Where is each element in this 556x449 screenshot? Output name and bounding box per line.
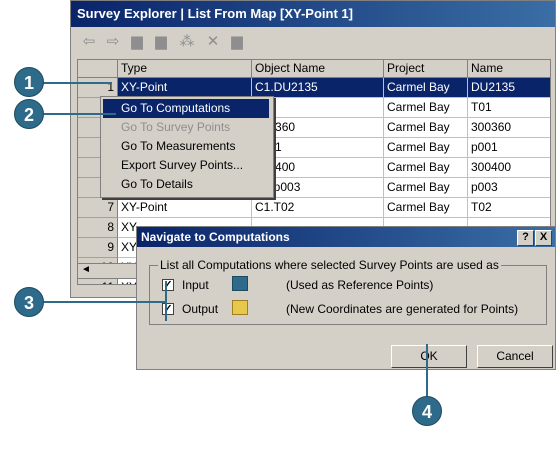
menu-item-go-to-measurements[interactable]: Go To Measurements	[103, 137, 269, 156]
output-checkbox[interactable]: ✓	[162, 303, 174, 315]
cell-project[interactable]: Carmel Bay	[384, 178, 468, 198]
delete-icon[interactable]: ✕	[203, 33, 223, 51]
group-label: List all Computations where selected Sur…	[158, 258, 501, 272]
row-number[interactable]: 8	[78, 218, 118, 238]
menu-item-go-to-details[interactable]: Go To Details	[103, 175, 269, 194]
cell-project[interactable]: Carmel Bay	[384, 158, 468, 178]
column-header-name[interactable]: Name	[468, 60, 550, 78]
callout-3: 3	[14, 287, 44, 317]
output-label: Output	[182, 302, 219, 316]
menu-item-export-survey-points[interactable]: Export Survey Points...	[103, 156, 269, 175]
cell-object-name[interactable]: C1.DU2135	[252, 78, 384, 98]
output-description: (New Coordinates are generated for Point…	[286, 302, 519, 316]
select-icon[interactable]: ⁂	[177, 33, 197, 51]
callout-line	[42, 113, 116, 115]
cell-project[interactable]: Carmel Bay	[384, 78, 468, 98]
cell-project[interactable]: Carmel Bay	[384, 98, 468, 118]
context-menu: Go To Computations Go To Survey Points G…	[100, 96, 274, 198]
input-checkbox[interactable]: ✓	[162, 279, 174, 291]
callout-1: 1	[14, 67, 44, 97]
menu-item-go-to-survey-points[interactable]: Go To Survey Points	[103, 118, 269, 137]
input-label: Input	[182, 278, 209, 292]
close-button[interactable]: X	[535, 230, 552, 246]
cell-name[interactable]: DU2135	[468, 78, 550, 98]
cell-name[interactable]: 300360	[468, 118, 550, 138]
window-title: Survey Explorer | List From Map [XY-Poin…	[71, 1, 555, 27]
callout-line	[426, 344, 428, 404]
navigate-dialog: Navigate to Computations ? X List all Co…	[136, 226, 556, 370]
cell-project[interactable]: Carmel Bay	[384, 138, 468, 158]
callout-line	[165, 281, 167, 321]
cell-object-name[interactable]: C1.T02	[252, 198, 384, 218]
cell-name[interactable]: p003	[468, 178, 550, 198]
ok-button[interactable]: OK	[391, 345, 467, 368]
cancel-button[interactable]: Cancel	[477, 345, 553, 368]
cell-name[interactable]: T01	[468, 98, 550, 118]
reference-points-icon	[232, 276, 248, 291]
help-button[interactable]: ?	[517, 230, 534, 246]
header-corner	[78, 60, 118, 78]
horizontal-scrollbar[interactable]: ◄	[77, 263, 137, 279]
scroll-left-icon[interactable]: ◄	[81, 264, 91, 275]
page-icon[interactable]: ▆	[151, 33, 171, 51]
row-number[interactable]: 7	[78, 198, 118, 218]
new-coordinates-icon	[232, 300, 248, 315]
page-icon[interactable]: ▆	[227, 33, 247, 51]
toolbar: ⇦ ⇨ ▆ ▆ ⁂ ✕ ▆	[71, 27, 555, 57]
callout-4: 4	[412, 396, 442, 426]
row-number[interactable]: 1	[78, 78, 118, 98]
cell-name[interactable]: T02	[468, 198, 550, 218]
cell-type[interactable]: XY-Point	[118, 78, 252, 98]
menu-item-go-to-computations[interactable]: Go To Computations	[103, 99, 269, 118]
page-icon[interactable]: ▆	[127, 33, 147, 51]
cell-name[interactable]: p001	[468, 138, 550, 158]
callout-line	[42, 82, 112, 84]
callout-2: 2	[14, 99, 44, 129]
column-header-project[interactable]: Project	[384, 60, 468, 78]
row-number[interactable]: 11	[78, 278, 118, 284]
forward-arrow-icon[interactable]: ⇨	[103, 33, 123, 51]
input-description: (Used as Reference Points)	[286, 278, 434, 292]
back-arrow-icon[interactable]: ⇦	[79, 33, 99, 51]
usage-group: List all Computations where selected Sur…	[149, 258, 547, 325]
callout-line	[40, 301, 165, 303]
cell-type[interactable]: XY-Point	[118, 198, 252, 218]
column-header-object-name[interactable]: Object Name	[252, 60, 384, 78]
cell-project[interactable]: Carmel Bay	[384, 198, 468, 218]
column-header-type[interactable]: Type	[118, 60, 252, 78]
cell-project[interactable]: Carmel Bay	[384, 118, 468, 138]
dialog-title: Navigate to Computations	[137, 227, 555, 247]
cell-name[interactable]: 300400	[468, 158, 550, 178]
row-number[interactable]: 9	[78, 238, 118, 258]
